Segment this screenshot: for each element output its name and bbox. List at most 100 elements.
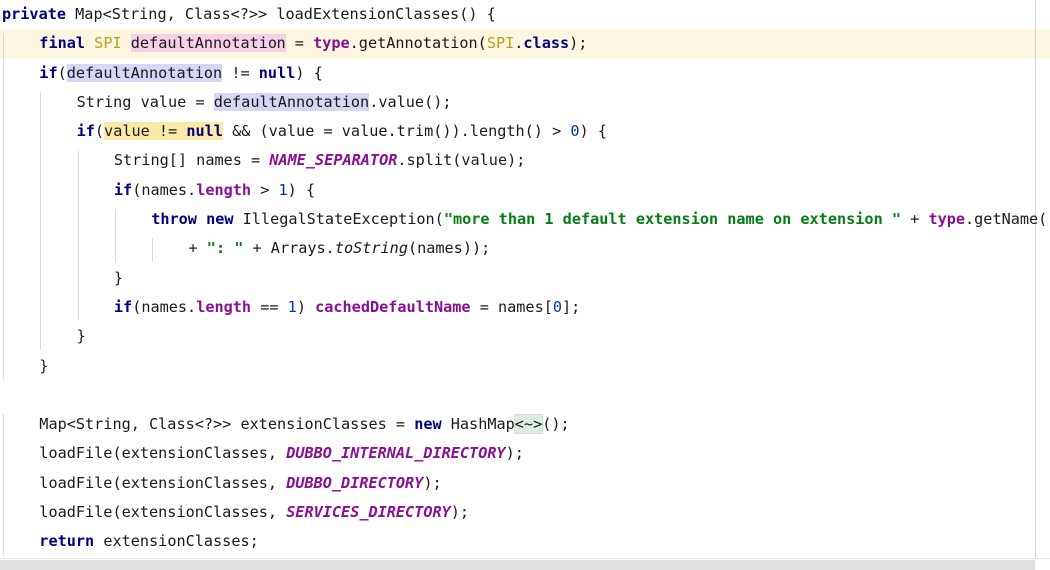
code-token: ==	[251, 297, 288, 316]
code-token: loadFile(extensionClasses,	[39, 473, 287, 492]
code-line[interactable]: }	[0, 264, 1050, 293]
code-token: .value();	[369, 92, 452, 111]
code-token: ) {	[295, 63, 323, 82]
code-line[interactable]	[0, 381, 1050, 410]
horizontal-scrollbar-track[interactable]	[0, 558, 1050, 570]
code-token: 1	[287, 297, 297, 316]
code-token: type	[928, 210, 966, 229]
code-line-content: }	[0, 322, 86, 351]
code-token: value !=	[104, 122, 187, 141]
code-token: NAME_SEPARATOR	[269, 151, 398, 170]
code-token: 1	[278, 180, 288, 199]
code-token: String value =	[76, 92, 214, 111]
code-token: }	[76, 327, 86, 346]
code-token: 0	[570, 122, 580, 141]
code-token: if	[39, 63, 58, 82]
code-editor[interactable]: private Map<String, Class<?>> loadExtens…	[0, 0, 1050, 570]
code-token: length	[196, 180, 252, 199]
code-token: if	[76, 122, 95, 141]
code-token: );	[569, 34, 588, 53]
horizontal-scrollbar-thumb[interactable]	[0, 560, 1035, 570]
code-line[interactable]: private Map<String, Class<?>> loadExtens…	[0, 0, 1050, 29]
code-token: extensionClasses;	[94, 532, 259, 551]
code-token: >	[251, 180, 279, 199]
code-line[interactable]: loadFile(extensionClasses, SERVICES_DIRE…	[0, 498, 1050, 527]
code-token: null	[258, 63, 296, 82]
code-token: .getAnnotation(	[349, 34, 487, 53]
code-line-content: loadFile(extensionClasses, DUBBO_INTERNA…	[0, 439, 524, 468]
code-line-content: String value = defaultAnnotation.value()…	[0, 88, 452, 117]
code-token: n	[276, 34, 286, 53]
code-token: (names));	[407, 239, 491, 258]
code-line[interactable]: final SPI defaultAnnotation = type.getAn…	[0, 29, 1050, 59]
code-line[interactable]: throw new IllegalStateException("more th…	[0, 205, 1050, 234]
code-token: SPI	[94, 34, 122, 53]
code-token: ) {	[287, 180, 316, 199]
code-text-area[interactable]: private Map<String, Class<?>> loadExtens…	[0, 0, 1050, 558]
code-token: DUBBO_DIRECTORY	[286, 473, 424, 492]
code-line[interactable]: if(defaultAnnotation != null) {	[0, 59, 1050, 88]
code-token: (	[57, 63, 67, 82]
code-line-content: if(names.length == 1) cachedDefaultName …	[0, 293, 580, 322]
code-token: throw	[151, 210, 197, 229]
code-line[interactable]: }	[0, 352, 1050, 381]
code-token: if	[113, 297, 133, 316]
code-token: HashMap	[441, 415, 515, 434]
code-token: + Arrays.	[243, 239, 335, 258]
code-token: null	[186, 122, 223, 141]
code-token: new	[414, 415, 442, 434]
code-line[interactable]: if(names.length > 1) {	[0, 176, 1050, 205]
code-token: loadFile(extensionClasses,	[39, 503, 287, 522]
code-token: ];	[562, 297, 581, 316]
code-line-content: String[] names = NAME_SEPARATOR.split(va…	[0, 146, 525, 175]
code-token: +	[188, 239, 207, 258]
code-line-content: loadFile(extensionClasses, SERVICES_DIRE…	[0, 498, 469, 527]
code-token: <~>	[513, 414, 544, 435]
code-token: ": "	[206, 239, 244, 258]
code-token: return	[39, 532, 95, 551]
code-line[interactable]: + ": " + Arrays.toString(names));	[0, 234, 1050, 263]
code-token: private	[2, 5, 67, 23]
code-lines[interactable]: private Map<String, Class<?>> loadExtens…	[0, 0, 1050, 558]
code-token: }	[113, 268, 124, 287]
code-token: && (value = value.trim()).length() >	[222, 122, 571, 141]
code-token: class	[523, 34, 570, 53]
code-line[interactable]: if(names.length == 1) cachedDefaultName …	[0, 293, 1050, 322]
code-token: length	[196, 297, 252, 316]
code-token: loadFile(extensionClasses,	[39, 444, 287, 463]
viewport-right-edge	[1035, 0, 1036, 558]
code-line[interactable]: loadFile(extensionClasses, DUBBO_INTERNA…	[0, 439, 1050, 468]
code-token: defaultAnnotation	[213, 92, 370, 111]
code-token: = names[	[470, 297, 553, 316]
code-token: !=	[222, 63, 259, 82]
code-token: toString	[334, 239, 408, 258]
code-line[interactable]: loadFile(extensionClasses, DUBBO_DIRECTO…	[0, 469, 1050, 498]
code-line-content: Map<String, Class<?>> extensionClasses =…	[0, 410, 570, 439]
code-line[interactable]: if(value != null && (value = value.trim(…	[0, 117, 1050, 146]
code-token: if	[113, 180, 133, 199]
code-token: +	[901, 210, 929, 229]
code-line[interactable]: String[] names = NAME_SEPARATOR.split(va…	[0, 146, 1050, 175]
code-line[interactable]: }	[0, 322, 1050, 351]
code-token: ) {	[579, 122, 607, 141]
code-token: .getName()	[965, 210, 1050, 229]
code-line[interactable]: Map<String, Class<?>> extensionClasses =…	[0, 410, 1050, 439]
code-token: );	[423, 473, 442, 492]
code-token: );	[450, 503, 470, 522]
code-token: )	[296, 297, 316, 316]
code-line[interactable]: String value = defaultAnnotation.value()…	[0, 88, 1050, 117]
code-line-content: if(defaultAnnotation != null) {	[0, 59, 323, 88]
code-line-content: if(value != null && (value = value.trim(…	[0, 117, 607, 146]
code-token: Map<String, Class<?>> loadExtensionClass…	[66, 5, 496, 23]
code-token: }	[39, 356, 49, 375]
code-token: defaultAnnotatio	[130, 34, 278, 53]
code-token: type	[313, 34, 350, 53]
code-line-content: loadFile(extensionClasses, DUBBO_DIRECTO…	[0, 469, 442, 498]
code-token: cachedDefaultName	[315, 297, 471, 316]
code-token: 0	[552, 297, 563, 316]
code-line-content: }	[0, 352, 48, 381]
code-line-content: + ": " + Arrays.toString(names));	[0, 234, 491, 263]
code-line[interactable]: return extensionClasses;	[0, 527, 1050, 556]
